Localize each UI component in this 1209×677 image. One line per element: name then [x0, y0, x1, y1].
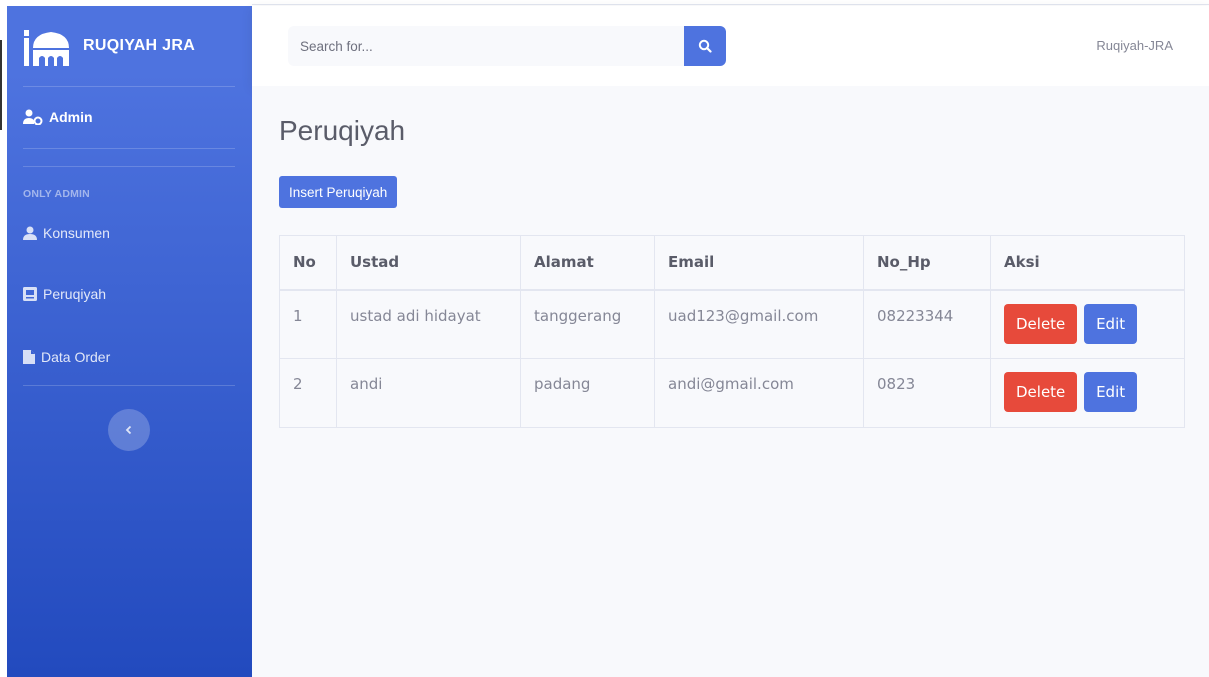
sidebar-item-konsumen[interactable]: Konsumen: [23, 225, 110, 241]
window-edge-mark: [0, 40, 2, 130]
cell-no-hp: 08223344: [863, 289, 991, 359]
search-form: [288, 26, 726, 66]
column-header-no: No: [279, 235, 337, 291]
peruqiyah-table: No Ustad Alamat Email No_Hp Aksi 1 ustad…: [279, 235, 1185, 428]
mosque-icon: [24, 30, 69, 66]
cell-alamat: padang: [520, 358, 655, 428]
sidebar-item-peruqiyah[interactable]: Peruqiyah: [23, 286, 106, 302]
delete-button[interactable]: Delete: [1004, 372, 1078, 412]
sidebar-item-label: Admin: [49, 109, 93, 125]
search-input[interactable]: [288, 26, 684, 66]
table-header-row: No Ustad Alamat Email No_Hp Aksi: [279, 235, 1185, 291]
user-name[interactable]: Ruqiyah-JRA: [1096, 38, 1173, 53]
search-button[interactable]: [684, 26, 726, 66]
cell-no-hp: 0823: [863, 358, 991, 428]
table-row: 1 ustad adi hidayat tanggerang uad123@gm…: [279, 289, 1185, 359]
sidebar-divider: [23, 166, 235, 167]
sidebar-divider: [23, 385, 235, 386]
topbar: Ruqiyah-JRA: [252, 6, 1209, 86]
users-cog-icon: [23, 109, 43, 125]
user-icon: [23, 226, 37, 240]
search-icon: [698, 39, 712, 53]
page-title: Peruqiyah: [279, 115, 406, 146]
insert-peruqiyah-button[interactable]: Insert Peruqiyah: [279, 176, 398, 208]
sidebar: RUQIYAH JRA Admin ONLY ADMIN Konsumen Pe…: [7, 6, 252, 677]
cell-email: andi@gmail.com: [654, 358, 864, 428]
cell-ustad: ustad adi hidayat: [336, 289, 521, 359]
file-icon: [23, 350, 35, 364]
cell-ustad: andi: [336, 358, 521, 428]
sidebar-item-label: Konsumen: [43, 225, 110, 241]
cell-aksi: Delete Edit: [990, 358, 1185, 428]
main-content: Peruqiyah Insert Peruqiyah No Ustad Alam…: [252, 86, 1209, 677]
column-header-aksi: Aksi: [990, 235, 1185, 291]
brand-name: RUQIYAH JRA: [83, 37, 196, 54]
sidebar-item-label: Data Order: [41, 349, 111, 365]
cell-no: 1: [279, 289, 337, 359]
cell-email: uad123@gmail.com: [654, 289, 864, 359]
sidebar-heading: ONLY ADMIN: [23, 188, 90, 200]
sidebar-item-admin[interactable]: Admin: [23, 109, 93, 125]
column-header-alamat: Alamat: [520, 235, 655, 291]
edit-button[interactable]: Edit: [1084, 303, 1138, 344]
sidebar-toggle-button[interactable]: [108, 409, 150, 451]
sidebar-item-data-order[interactable]: Data Order: [23, 349, 110, 365]
sidebar-item-label: Peruqiyah: [43, 286, 107, 302]
sidebar-brand[interactable]: RUQIYAH JRA: [7, 6, 252, 86]
chevron-left-icon: [125, 425, 132, 435]
cell-alamat: tanggerang: [520, 289, 655, 359]
cell-no: 2: [279, 358, 337, 428]
cell-aksi: Delete Edit: [990, 289, 1185, 359]
sidebar-divider: [23, 86, 235, 87]
edit-button[interactable]: Edit: [1084, 372, 1138, 412]
column-header-no-hp: No_Hp: [863, 235, 991, 291]
sidebar-divider: [23, 148, 235, 149]
column-header-ustad: Ustad: [336, 235, 521, 291]
column-header-email: Email: [654, 235, 864, 291]
delete-button[interactable]: Delete: [1004, 303, 1078, 344]
id-card-icon: [23, 287, 37, 301]
table-row: 2 andi padang andi@gmail.com 0823 Delete…: [279, 358, 1185, 428]
